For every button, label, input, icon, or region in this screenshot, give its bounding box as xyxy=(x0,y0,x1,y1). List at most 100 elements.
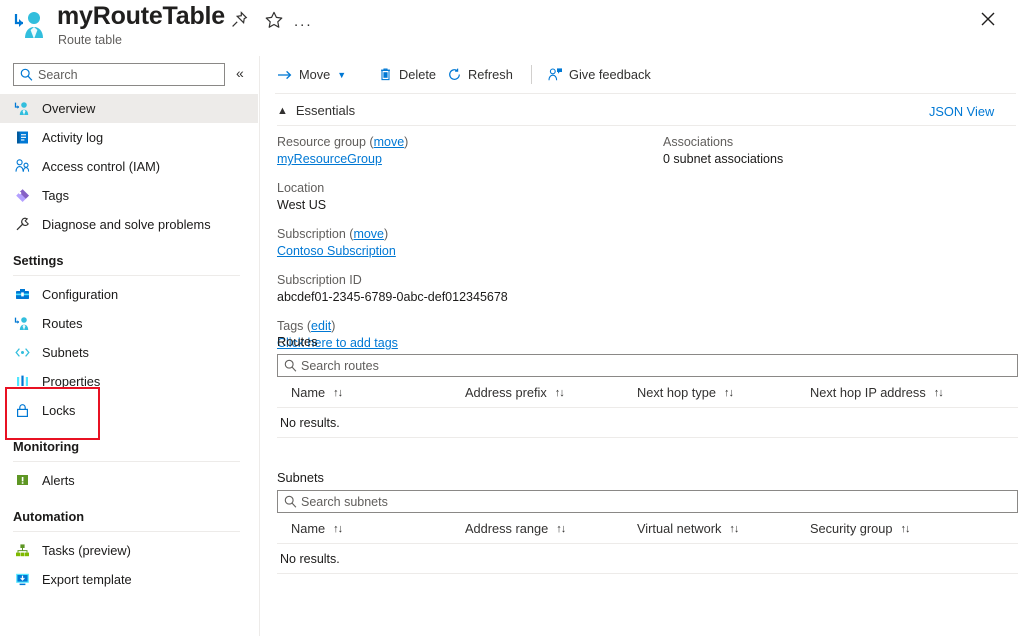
subscription-link[interactable]: Contoso Subscription xyxy=(277,244,396,258)
subnets-search-placeholder: Search subnets xyxy=(301,494,388,510)
sidebar-item-label: Tags xyxy=(42,188,69,203)
give-feedback-button[interactable]: Give feedback xyxy=(547,62,651,87)
subnets-table-header: Name ↑↓ Address range ↑↓ Virtual network… xyxy=(277,514,1018,544)
move-button[interactable]: Move ▼ xyxy=(277,62,346,87)
essentials-toggle[interactable]: ▲ Essentials xyxy=(277,103,355,118)
sidebar-item-label: Access control (IAM) xyxy=(42,159,160,174)
sort-icon[interactable]: ↑↓ xyxy=(333,523,342,535)
search-input[interactable]: Search xyxy=(13,63,225,86)
sort-icon[interactable]: ↑↓ xyxy=(729,523,738,535)
field-label: Location xyxy=(277,180,657,197)
edit-tags-link[interactable]: edit xyxy=(311,319,331,333)
refresh-button[interactable]: Refresh xyxy=(447,62,513,87)
favorite-star-icon[interactable] xyxy=(263,9,287,33)
column-label: Name xyxy=(291,385,325,400)
more-options-icon[interactable]: ... xyxy=(294,9,318,33)
sort-icon[interactable]: ↑↓ xyxy=(724,387,733,399)
sidebar-item-diagnose[interactable]: Diagnose and solve problems xyxy=(0,210,258,239)
route-table-icon xyxy=(13,8,49,42)
essentials-pair-subscription-id: Subscription ID abcdef01-2345-6789-0abc-… xyxy=(277,272,657,306)
sidebar-item-label: Routes xyxy=(42,316,83,331)
configuration-icon xyxy=(13,286,31,304)
column-label: Name xyxy=(291,521,325,536)
search-icon xyxy=(284,495,297,514)
sidebar-item-export-template[interactable]: Export template xyxy=(0,565,258,594)
sidebar-item-routes[interactable]: Routes xyxy=(0,309,258,338)
column-header-address-prefix[interactable]: Address prefix ↑↓ xyxy=(465,385,564,400)
essentials-column-left: Resource group (move) myResourceGroup Lo… xyxy=(277,134,657,364)
azure-portal-blade: myRouteTable Route table ... xyxy=(0,0,1025,636)
sort-icon[interactable]: ↑↓ xyxy=(556,523,565,535)
field-label: Subscription (move) xyxy=(277,226,657,243)
sidebar-item-label: Export template xyxy=(42,572,132,587)
essentials-header: ▲ Essentials JSON View xyxy=(259,101,1025,127)
sidebar-item-tags[interactable]: Tags xyxy=(0,181,258,210)
field-label: Resource group (move) xyxy=(277,134,657,151)
field-key: Tags xyxy=(277,319,303,333)
sort-icon[interactable]: ↑↓ xyxy=(934,387,943,399)
field-value: 0 subnet associations xyxy=(663,151,1013,168)
sort-icon[interactable]: ↑↓ xyxy=(333,387,342,399)
sidebar-item-configuration[interactable]: Configuration xyxy=(0,280,258,309)
sidebar-item-access-control[interactable]: Access control (IAM) xyxy=(0,152,258,181)
divider xyxy=(277,125,1016,126)
chevron-down-icon: ▼ xyxy=(337,70,346,80)
divider xyxy=(13,531,240,532)
arrow-right-icon xyxy=(277,68,293,82)
column-header-next-hop-type[interactable]: Next hop type ↑↓ xyxy=(637,385,733,400)
move-resource-group-link[interactable]: move xyxy=(374,135,405,149)
sidebar-item-label: Activity log xyxy=(42,130,103,145)
sidebar-item-activity-log[interactable]: Activity log xyxy=(0,123,258,152)
command-bar: Move ▼ Delete xyxy=(259,56,1025,93)
routes-search-input[interactable]: Search routes xyxy=(277,354,1018,377)
sidebar-group-automation: Automation xyxy=(0,495,258,526)
sidebar-item-locks[interactable]: Locks xyxy=(0,396,258,425)
sidebar-item-label: Tasks (preview) xyxy=(42,543,131,558)
sidebar-item-label: Overview xyxy=(42,101,95,116)
move-label: Move xyxy=(299,67,330,82)
routes-table-body: No results. xyxy=(277,408,1018,438)
column-label: Address range xyxy=(465,521,548,536)
column-header-name[interactable]: Name ↑↓ xyxy=(291,521,342,536)
column-header-address-range[interactable]: Address range ↑↓ xyxy=(465,521,565,536)
delete-button[interactable]: Delete xyxy=(378,62,436,87)
essentials-label: Essentials xyxy=(296,103,355,118)
field-value: abcdef01-2345-6789-0abc-def012345678 xyxy=(277,289,657,306)
sidebar-item-subnets[interactable]: Subnets xyxy=(0,338,258,367)
collapse-chevrons-icon[interactable]: « xyxy=(236,66,244,80)
sort-icon[interactable]: ↑↓ xyxy=(901,523,910,535)
sidebar-item-overview[interactable]: Overview xyxy=(0,94,258,123)
essentials-pair-associations: Associations 0 subnet associations xyxy=(663,134,1013,168)
blade-sidebar: Search « Overview xyxy=(0,56,258,636)
route-table-icon xyxy=(13,100,31,118)
person-feedback-icon xyxy=(547,67,563,82)
resource-type-subtitle: Route table xyxy=(58,33,122,47)
sidebar-item-label: Properties xyxy=(42,374,100,389)
column-header-next-hop-ip[interactable]: Next hop IP address ↑↓ xyxy=(810,385,943,400)
empty-state-text: No results. xyxy=(277,552,340,566)
divider xyxy=(13,461,240,462)
essentials-pair-location: Location West US xyxy=(277,180,657,214)
resource-group-link[interactable]: myResourceGroup xyxy=(277,152,382,166)
pin-icon[interactable] xyxy=(228,9,252,33)
sidebar-item-properties[interactable]: Properties xyxy=(0,367,258,396)
column-header-name[interactable]: Name ↑↓ xyxy=(291,385,342,400)
search-icon xyxy=(284,359,297,378)
sidebar-item-tasks[interactable]: Tasks (preview) xyxy=(0,536,258,565)
blade-header: myRouteTable Route table ... xyxy=(0,0,1025,52)
export-template-icon xyxy=(13,571,31,589)
field-value: myResourceGroup xyxy=(277,151,657,168)
json-view-link[interactable]: JSON View xyxy=(929,104,994,119)
delete-label: Delete xyxy=(399,67,436,82)
sidebar-search[interactable]: Search xyxy=(13,63,225,86)
sidebar-item-alerts[interactable]: Alerts xyxy=(0,466,258,495)
subnets-search-input[interactable]: Search subnets xyxy=(277,490,1018,513)
column-header-security-group[interactable]: Security group ↑↓ xyxy=(810,521,910,536)
column-header-virtual-network[interactable]: Virtual network ↑↓ xyxy=(637,521,738,536)
close-icon[interactable] xyxy=(977,8,1001,32)
move-subscription-link[interactable]: move xyxy=(353,227,384,241)
tasks-icon xyxy=(13,542,31,560)
sort-icon[interactable]: ↑↓ xyxy=(555,387,564,399)
column-label: Next hop IP address xyxy=(810,385,926,400)
empty-state-text: No results. xyxy=(277,416,340,430)
